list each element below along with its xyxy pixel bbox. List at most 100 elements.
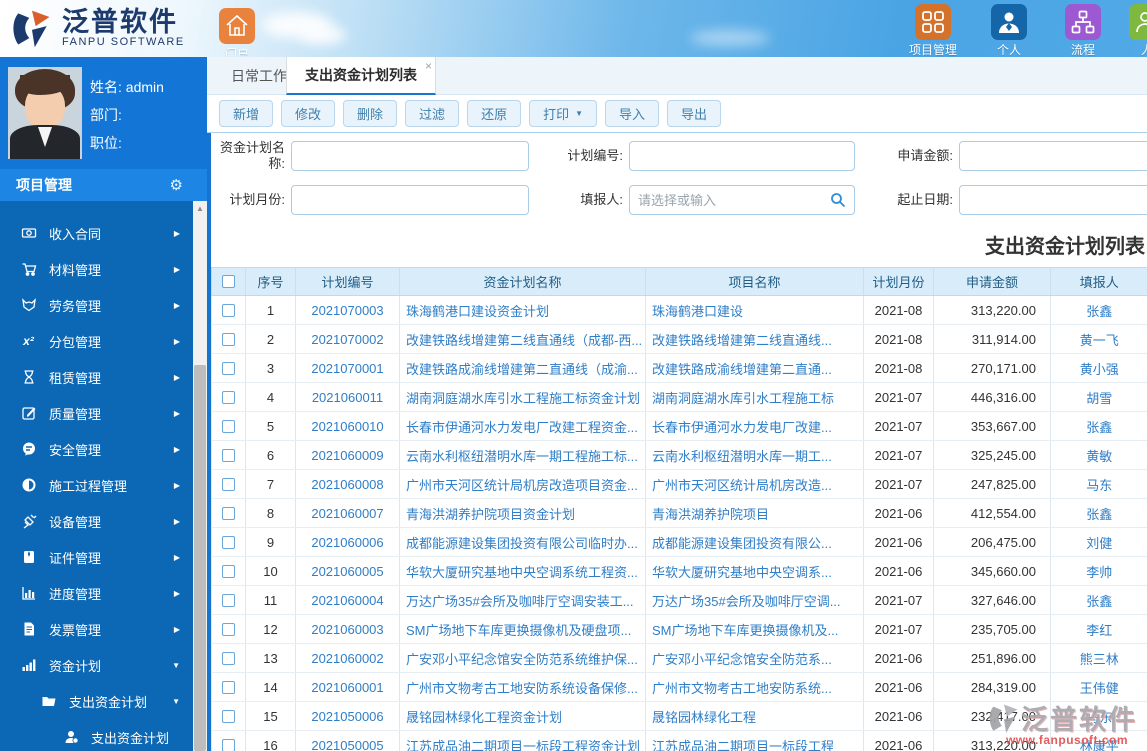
cell-plan-code[interactable]: 2021060010: [295, 411, 400, 441]
cell-plan-code[interactable]: 2021060007: [295, 498, 400, 528]
toolbar-button[interactable]: 新增: [219, 100, 274, 127]
sidebar-item-member[interactable]: 支出资金计划: [0, 719, 193, 751]
table-row[interactable]: 4 2021060011 湖南洞庭湖水库引水工程施工标资金计划 湖南洞庭湖水库引水工程…: [211, 382, 1147, 412]
cell-plan-code[interactable]: 2021050006: [295, 701, 400, 731]
row-checkbox[interactable]: [222, 506, 235, 520]
cell-plan-code[interactable]: 2021070002: [295, 324, 400, 354]
sidebar-item-folder[interactable]: 支出资金计划 ▼: [0, 683, 193, 719]
cell-reporter[interactable]: 张鑫: [1050, 295, 1147, 325]
table-row[interactable]: 8 2021060007 青海洪湖养护院项目资金计划 青海洪湖养护院项目 2021-06…: [211, 498, 1147, 528]
cell-plan-name[interactable]: 云南水利枢纽潜明水库一期工程施工标...: [399, 440, 646, 470]
cell-reporter[interactable]: 张鑫: [1050, 585, 1147, 615]
filter-input-5[interactable]: [959, 185, 1147, 215]
cell-project-name[interactable]: 青海洪湖养护院项目: [645, 498, 864, 528]
row-checkbox[interactable]: [222, 477, 235, 491]
column-header[interactable]: 填报人: [1050, 267, 1147, 296]
column-header[interactable]: 项目名称: [645, 267, 864, 296]
cell-project-name[interactable]: 珠海鹤港口建设: [645, 295, 864, 325]
cell-project-name[interactable]: 万达广场35#会所及咖啡厅空调...: [645, 585, 864, 615]
cell-plan-code[interactable]: 2021060009: [295, 440, 400, 470]
filter-input-4[interactable]: [629, 185, 855, 215]
cell-plan-name[interactable]: 江苏成品油二期项目一标段工程资金计划: [399, 730, 646, 751]
sidebar-item-progress[interactable]: 进度管理 ▶: [0, 575, 193, 611]
cell-plan-name[interactable]: 湖南洞庭湖水库引水工程施工标资金计划: [399, 382, 646, 412]
cell-reporter[interactable]: 黄敏: [1050, 440, 1147, 470]
cell-project-name[interactable]: 广州市文物考古工地安防系统...: [645, 672, 864, 702]
table-row[interactable]: 1 2021070003 珠海鹤港口建设资金计划 珠海鹤港口建设 2021-08 313,…: [211, 295, 1147, 325]
cell-reporter[interactable]: 胡雪: [1050, 382, 1147, 412]
cell-plan-name[interactable]: 万达广场35#会所及咖啡厅空调安装工...: [399, 585, 646, 615]
cell-reporter[interactable]: 李帅: [1050, 556, 1147, 586]
cell-reporter[interactable]: 王伟健: [1050, 672, 1147, 702]
cell-project-name[interactable]: 广州市天河区统计局机房改造...: [645, 469, 864, 499]
sidebar-item-x2[interactable]: x² 分包管理 ▶: [0, 323, 193, 359]
topnav-flow[interactable]: 流程: [1053, 4, 1113, 57]
search-icon[interactable]: [830, 192, 846, 213]
row-checkbox[interactable]: [222, 593, 235, 607]
table-row[interactable]: 2 2021070002 改建铁路线增建第二线直通线（成都-西... 改建铁路线增建第…: [211, 324, 1147, 354]
row-checkbox[interactable]: [222, 535, 235, 549]
row-checkbox[interactable]: [222, 680, 235, 694]
sidebar-item-process[interactable]: 施工过程管理 ▶: [0, 467, 193, 503]
cell-plan-code[interactable]: 2021070001: [295, 353, 400, 383]
cell-plan-code[interactable]: 2021060001: [295, 672, 400, 702]
cell-project-name[interactable]: 改建铁路成渝线增建第二直通...: [645, 353, 864, 383]
row-checkbox[interactable]: [222, 361, 235, 375]
module-header-project-management[interactable]: 项目管理 ⚙: [0, 169, 207, 201]
cell-project-name[interactable]: 长春市伊通河水力发电厂改建...: [645, 411, 864, 441]
table-row[interactable]: 9 2021060006 成都能源建设集团投资有限公司临时办... 成都能源建设集团投…: [211, 527, 1147, 557]
cell-reporter[interactable]: 黄小强: [1050, 353, 1147, 383]
column-header[interactable]: 计划编号: [295, 267, 400, 296]
cell-plan-name[interactable]: 广州市文物考古工地安防系统设备保修...: [399, 672, 646, 702]
cell-plan-code[interactable]: 2021060003: [295, 614, 400, 644]
cell-plan-code[interactable]: 2021060011: [295, 382, 400, 412]
row-checkbox[interactable]: [222, 564, 235, 578]
scroll-up-icon[interactable]: ▲: [193, 201, 207, 216]
topnav-home[interactable]: 门户: [207, 8, 267, 57]
cell-reporter[interactable]: 林康平: [1050, 730, 1147, 751]
cell-reporter[interactable]: 马东: [1050, 469, 1147, 499]
cell-plan-name[interactable]: 华软大厦研究基地中央空调系统工程资...: [399, 556, 646, 586]
toolbar-button[interactable]: 过滤: [405, 100, 460, 127]
cell-project-name[interactable]: 华软大厦研究基地中央空调系...: [645, 556, 864, 586]
sidebar-item-plug[interactable]: 设备管理 ▶: [0, 503, 193, 539]
cell-reporter[interactable]: 张鑫: [1050, 498, 1147, 528]
cell-plan-name[interactable]: 改建铁路成渝线增建第二直通线（成渝...: [399, 353, 646, 383]
table-row[interactable]: 16 2021050005 江苏成品油二期项目一标段工程资金计划 江苏成品油二期项目一…: [211, 730, 1147, 751]
cell-plan-name[interactable]: 广安邓小平纪念馆安全防范系统维护保...: [399, 643, 646, 673]
cell-project-name[interactable]: 湖南洞庭湖水库引水工程施工标: [645, 382, 864, 412]
sidebar-item-badge[interactable]: 证件管理 ▶: [0, 539, 193, 575]
table-row[interactable]: 6 2021060009 云南水利枢纽潜明水库一期工程施工标... 云南水利枢纽潜明水…: [211, 440, 1147, 470]
cell-reporter[interactable]: 黄一飞: [1050, 324, 1147, 354]
sidebar-item-labor[interactable]: 劳务管理 ▶: [0, 287, 193, 323]
column-header[interactable]: 资金计划名称: [399, 267, 646, 296]
filter-input-3[interactable]: [291, 185, 529, 215]
scrollbar-thumb[interactable]: [194, 365, 206, 751]
cell-project-name[interactable]: 改建铁路线增建第二线直通线...: [645, 324, 864, 354]
cell-plan-name[interactable]: SM广场地下车库更换摄像机及硬盘项...: [399, 614, 646, 644]
cell-plan-name[interactable]: 成都能源建设集团投资有限公司临时办...: [399, 527, 646, 557]
row-checkbox[interactable]: [222, 303, 235, 317]
cell-plan-name[interactable]: 晟铭园林绿化工程资金计划: [399, 701, 646, 731]
cell-plan-code[interactable]: 2021060005: [295, 556, 400, 586]
table-row[interactable]: 7 2021060008 广州市天河区统计局机房改造项目资金... 广州市天河区统计局…: [211, 469, 1147, 499]
row-checkbox[interactable]: [222, 332, 235, 346]
close-icon[interactable]: ×: [425, 59, 432, 73]
cell-reporter[interactable]: 熊三林: [1050, 643, 1147, 673]
toolbar-button[interactable]: 导入: [605, 100, 660, 127]
cell-plan-name[interactable]: 珠海鹤港口建设资金计划: [399, 295, 646, 325]
column-header[interactable]: 序号: [245, 267, 296, 296]
select-all-checkbox[interactable]: [222, 275, 235, 288]
topnav-people[interactable]: 人: [1127, 4, 1147, 57]
cell-project-name[interactable]: 成都能源建设集团投资有限公...: [645, 527, 864, 557]
tab-expense-fund-plan-list[interactable]: 支出资金计划列表 ×: [286, 57, 436, 95]
table-row[interactable]: 12 2021060003 SM广场地下车库更换摄像机及硬盘项... SM广场地下车库…: [211, 614, 1147, 644]
cell-plan-code[interactable]: 2021060006: [295, 527, 400, 557]
cell-reporter[interactable]: 刘健: [1050, 527, 1147, 557]
row-checkbox[interactable]: [222, 419, 235, 433]
cell-project-name[interactable]: 江苏成品油二期项目一标段工程: [645, 730, 864, 751]
cell-plan-name[interactable]: 长春市伊通河水力发电厂改建工程资金...: [399, 411, 646, 441]
cell-plan-name[interactable]: 青海洪湖养护院项目资金计划: [399, 498, 646, 528]
table-row[interactable]: 5 2021060010 长春市伊通河水力发电厂改建工程资金... 长春市伊通河水力发…: [211, 411, 1147, 441]
cell-reporter[interactable]: 张鑫: [1050, 411, 1147, 441]
